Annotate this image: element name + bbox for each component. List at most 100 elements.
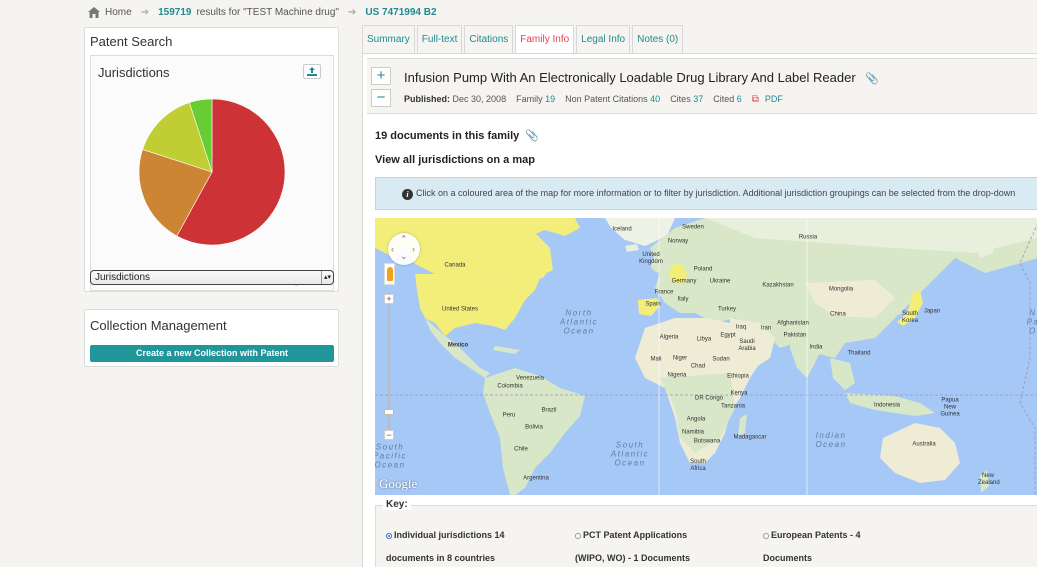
map-label-venezuela: Venezuela — [515, 375, 545, 382]
map-key: Key: Individual jurisdictions 14 documen… — [375, 499, 1037, 567]
map-label-afghanistan: Afghanistan — [777, 320, 809, 327]
info-alert: i Click on a coloured area of the map for… — [375, 177, 1037, 210]
key-option-pct[interactable]: PCT Patent Applications (WIPO, WO) - 1 D… — [575, 524, 755, 567]
published-date: Dec 30, 2008 — [452, 94, 507, 104]
map-label-germany: Germany — [671, 278, 697, 285]
document-title: Infusion Pump With An Electronically Loa… — [404, 70, 879, 85]
map-label-png: Papua New Guinea — [940, 397, 960, 418]
map-label-kenya: Kenya — [730, 390, 748, 397]
pan-right-icon[interactable]: › — [412, 244, 415, 254]
pdf-link[interactable]: PDF — [765, 94, 783, 105]
pdf-icon[interactable]: ⧉ — [752, 94, 759, 105]
cited-count-link[interactable]: 6 — [737, 94, 742, 104]
export-button[interactable] — [303, 64, 321, 79]
key-option-text: European Patents - 4 — [771, 530, 861, 540]
map-pan-control[interactable]: ⌃ ‹ › ⌄ — [388, 233, 420, 265]
panel-title: Patent Search — [90, 34, 173, 49]
paperclip-add-icon[interactable]: 📎 — [525, 130, 539, 142]
family-info-content: + − Infusion Pump With An Electronically… — [362, 53, 1037, 567]
pan-left-icon[interactable]: ‹ — [391, 244, 394, 254]
map-label-botswana: Botswana — [693, 438, 721, 445]
tab-bar: Summary Full-text Citations Family Info … — [362, 25, 685, 54]
radio-pct[interactable] — [575, 533, 581, 539]
pan-down-icon[interactable]: ⌄ — [400, 251, 408, 262]
map-label-saudi: Saudi Arabia — [738, 339, 756, 352]
key-option-text: (WIPO, WO) - 1 Documents — [575, 553, 691, 563]
collection-management-panel: Collection Management Create a new Colle… — [84, 309, 339, 367]
map-label-canada: Canada — [444, 262, 466, 269]
family-label: Family — [516, 94, 543, 104]
map-zoom-slider-thumb[interactable] — [384, 409, 394, 415]
tab-family-info[interactable]: Family Info — [515, 25, 575, 54]
ocean-indian: Indian Ocean — [815, 431, 847, 449]
map-label-italy: Italy — [677, 296, 689, 303]
paperclip-add-icon[interactable]: 📎 — [865, 72, 879, 85]
map-label-us: United States — [441, 306, 479, 313]
map-zoom-in-button[interactable]: + — [384, 294, 394, 304]
map-label-iceland: Iceland — [612, 226, 632, 233]
info-text: Click on a coloured area of the map for … — [416, 188, 1016, 198]
map-label-ukraine: Ukraine — [709, 278, 731, 285]
key-option-european[interactable]: European Patents - 4 Documents — [763, 524, 943, 567]
tab-full-text[interactable]: Full-text — [416, 25, 463, 53]
key-legend: Key: — [383, 499, 411, 510]
map-label-uk: United Kingdom — [639, 252, 663, 265]
jurisdiction-map[interactable]: Canada United States Mexico Iceland Swed… — [375, 218, 1037, 495]
map-label-argentina: Argentina — [523, 475, 549, 482]
pie-chart — [138, 98, 286, 246]
npc-count-link[interactable]: 40 — [650, 94, 660, 104]
radio-european[interactable] — [763, 533, 769, 539]
patent-search-panel: Patent Search Jurisdictions Highcharts.c… — [84, 27, 339, 292]
key-option-individual[interactable]: Individual jurisdictions 14 documents in… — [386, 524, 566, 567]
tab-citations[interactable]: Citations — [464, 25, 514, 53]
map-label-algeria: Algeria — [659, 334, 679, 341]
map-label-angola: Angola — [686, 416, 706, 423]
breadcrumb-current[interactable]: US 7471994 B2 — [365, 7, 436, 18]
tab-legal-info[interactable]: Legal Info — [576, 25, 631, 53]
document-header: + − Infusion Pump With An Electronically… — [367, 58, 1037, 114]
map-label-namibia: Namibia — [681, 429, 705, 436]
breadcrumb-results-count[interactable]: 159719 — [158, 7, 191, 18]
map-label-france: France — [654, 289, 674, 296]
radio-individual[interactable] — [386, 533, 392, 539]
cites-count-link[interactable]: 37 — [693, 94, 703, 104]
family-count-link[interactable]: 19 — [545, 94, 555, 104]
map-label-chile: Chile — [514, 446, 528, 453]
land-india — [790, 333, 820, 378]
info-icon: i — [402, 189, 413, 200]
map-label-south-korea: South Korea — [901, 311, 918, 324]
breadcrumb-results-text[interactable]: results for "TEST Machine drug" — [196, 7, 339, 18]
breadcrumb-home[interactable]: Home — [105, 7, 132, 18]
published-label: Published: — [404, 94, 451, 104]
tab-notes[interactable]: Notes (0) — [632, 25, 684, 53]
map-label-india: India — [809, 344, 823, 351]
map-label-russia: Russia — [798, 234, 818, 241]
map-label-chad: Chad — [690, 363, 706, 370]
map-label-indonesia: Indonesia — [873, 402, 901, 409]
chart-type-select[interactable]: Jurisdictions ▴▾ — [90, 270, 334, 285]
tab-summary[interactable]: Summary — [362, 25, 415, 53]
expand-button[interactable]: + — [371, 67, 391, 85]
land-caribbean — [493, 346, 520, 354]
family-docs-count-text: 19 documents in this family — [375, 130, 520, 142]
pan-up-icon[interactable]: ⌃ — [400, 234, 408, 245]
map-label-thailand: Thailand — [847, 350, 871, 357]
map-label-kazakhstan: Kazakhstan — [762, 282, 794, 289]
map-label-sudan: Sudan — [712, 356, 730, 363]
jurisdictions-chart: Jurisdictions Highcharts.com — [90, 55, 334, 291]
home-icon[interactable] — [88, 7, 100, 18]
map-label-sweden: Sweden — [682, 224, 704, 231]
map-zoom-out-button[interactable]: − — [384, 430, 394, 440]
create-collection-button[interactable]: Create a new Collection with Patent — [90, 345, 334, 362]
map-label-mexico: Mexico — [447, 342, 469, 349]
ocean-north-pacific: N Pa O — [1026, 308, 1037, 336]
collapse-button[interactable]: − — [371, 89, 391, 107]
map-label-mali: Mali — [650, 356, 662, 363]
breadcrumb: Home ➔ 159719 results for "TEST Machine … — [88, 7, 437, 18]
cited-label: Cited — [713, 94, 735, 104]
land-se-asia — [830, 358, 855, 390]
street-view-pegman-icon[interactable] — [384, 263, 395, 285]
key-option-text: Individual jurisdictions 14 — [394, 530, 505, 540]
cites-label: Cites — [670, 94, 691, 104]
map-label-niger: Niger — [672, 355, 688, 362]
